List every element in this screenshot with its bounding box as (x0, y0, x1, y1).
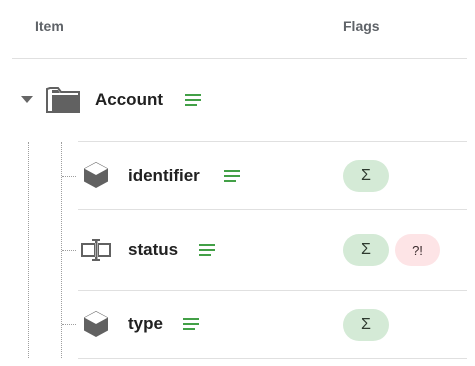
menu-lines-icon[interactable] (199, 244, 215, 256)
tree-guide-outer (28, 142, 29, 358)
table-header: Item Flags (0, 0, 475, 59)
tree-guide-branch (62, 324, 76, 325)
menu-lines-icon[interactable] (183, 318, 199, 330)
tree-guide-branch (62, 250, 76, 251)
flag-chip-sum[interactable]: Σ (343, 234, 389, 266)
flag-chip-sum[interactable]: Σ (343, 309, 389, 341)
field-type-icon (81, 239, 111, 261)
expand-caret-icon[interactable] (21, 96, 33, 103)
column-header-flags[interactable]: Flags (343, 18, 380, 34)
tree-guide-branch (62, 176, 76, 177)
column-header-item[interactable]: Item (35, 18, 64, 34)
tree-row[interactable] (62, 142, 475, 209)
menu-lines-icon[interactable] (224, 170, 240, 182)
tree-label: identifier (128, 166, 200, 185)
tree-label: status (128, 240, 179, 259)
tree-label: type (128, 314, 163, 333)
menu-lines-icon[interactable] (185, 94, 201, 106)
entity-cube-icon (84, 311, 108, 337)
flag-chip-warning[interactable]: ?! (395, 234, 440, 266)
folder-icon (46, 87, 80, 113)
row-divider (78, 358, 467, 359)
tree-row[interactable] (62, 291, 475, 358)
flag-chip-sum[interactable]: Σ (343, 160, 389, 192)
tree-label-root: Account (95, 90, 163, 109)
entity-cube-icon (84, 162, 108, 188)
